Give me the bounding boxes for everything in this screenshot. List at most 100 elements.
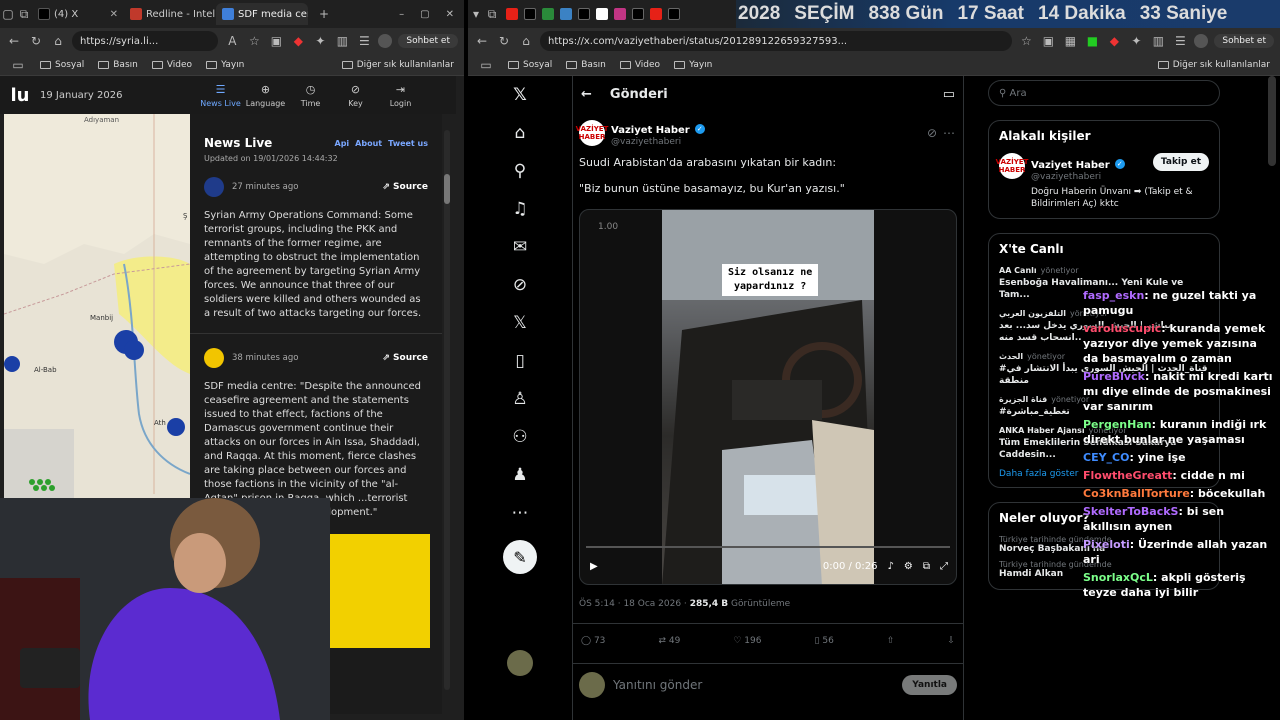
reply-action[interactable]: ◯ 73 (581, 636, 605, 663)
copilot-chat-button[interactable]: Sohbet et (398, 34, 458, 48)
nav-key[interactable]: ⊘ Key (333, 83, 378, 108)
source-link[interactable]: ⇗ Source (382, 182, 428, 192)
news-post[interactable]: 27 minutes ago ⇗ Source Syrian Army Oper… (190, 163, 442, 334)
bookmarks-icon[interactable]: ▯ (508, 350, 532, 372)
home-icon[interactable]: ⌂ (508, 122, 532, 144)
extension-icon[interactable]: ▦ (1062, 34, 1078, 48)
grok-explain-icon[interactable]: ⊘ (927, 126, 937, 140)
messages-mail-icon[interactable]: ✉ (508, 236, 532, 258)
workspaces-icon[interactable]: ⧉ (16, 7, 32, 22)
author-name[interactable]: Vaziyet Haber (611, 125, 690, 136)
like-action[interactable]: ♡ 196 (733, 636, 761, 663)
profile-icon[interactable]: ♟ (508, 464, 532, 486)
api-link[interactable]: Api (335, 139, 350, 148)
play-icon[interactable]: ▶ (590, 561, 598, 572)
back-arrow-icon[interactable]: ← (581, 87, 592, 102)
tab-actions-icon[interactable]: ▾ (468, 7, 484, 21)
home-icon[interactable]: ⌂ (50, 34, 66, 48)
extension-green-icon[interactable]: ■ (1084, 34, 1100, 48)
feed-scrollbar[interactable] (444, 130, 450, 690)
reader-mode-icon[interactable]: ▭ (943, 87, 955, 102)
back-icon[interactable]: ← (474, 34, 490, 48)
picture-in-picture-icon[interactable]: ⧉ (923, 561, 930, 572)
settings-gear-icon[interactable]: ⚙ (904, 561, 913, 572)
bookmarks-toggle-icon[interactable]: ▭ (10, 58, 26, 72)
maximize-icon[interactable]: ▢ (420, 9, 429, 20)
profile-avatar[interactable] (1194, 34, 1209, 48)
military-marker-icon[interactable] (167, 418, 185, 436)
youtube-tab-icon[interactable] (650, 8, 662, 20)
bookmarks-toggle-icon[interactable]: ▭ (478, 58, 494, 72)
extensions-puzzle-icon[interactable]: ✦ (1128, 34, 1144, 48)
nav-language[interactable]: ⊕ Language (243, 83, 288, 108)
close-window-icon[interactable]: ✕ (446, 9, 454, 20)
liveuamap-logo[interactable]: lu (0, 85, 40, 106)
split-screen-icon[interactable]: ▥ (1150, 34, 1166, 48)
author-handle[interactable]: @vaziyethaberi (611, 137, 705, 147)
map-date[interactable]: 19 January 2026 (40, 90, 190, 101)
communities-icon[interactable]: ⚇ (508, 426, 532, 448)
x-logo-icon[interactable]: 𝕏 (508, 84, 532, 106)
download-icon[interactable]: ⇩ (947, 636, 955, 663)
url-input[interactable]: https://syria.li... (72, 31, 219, 51)
home-icon[interactable]: ⌂ (518, 34, 534, 48)
favorite-star-icon[interactable]: ☆ (1018, 34, 1034, 48)
close-tab-icon[interactable]: ✕ (110, 9, 118, 20)
favorite-star-icon[interactable]: ☆ (246, 34, 262, 48)
related-person[interactable]: VAZİYET HABER Vaziyet Haber ✓ @vaziyetha… (996, 153, 1209, 182)
bookmark-folder[interactable]: Basın (98, 60, 138, 70)
reload-icon[interactable]: ↻ (28, 34, 44, 48)
tweet-date[interactable]: ÖS 5:14 · 18 Oca 2026 · (579, 599, 687, 609)
jobs-icon[interactable]: ♙ (508, 388, 532, 410)
search-input[interactable]: ⚲ Ara (988, 80, 1220, 106)
url-input[interactable]: https://x.com/vaziyethaberi/status/20128… (540, 31, 1013, 51)
reply-button[interactable]: Yanıtla (902, 675, 957, 695)
youtube-tab-icon[interactable] (506, 8, 518, 20)
split-screen-icon[interactable]: ▥ (334, 34, 350, 48)
map-minimap[interactable] (4, 429, 74, 498)
bookmark-folder[interactable]: Basın (566, 60, 606, 70)
nav-time[interactable]: ◷ Time (288, 83, 333, 108)
new-tab-icon[interactable]: + (316, 7, 332, 21)
notifications-bell-icon[interactable]: ♫ (508, 198, 532, 220)
share-icon[interactable]: ⇧ (887, 636, 895, 663)
reload-icon[interactable]: ↻ (496, 34, 512, 48)
bookmark-folder[interactable]: Video (619, 60, 660, 70)
bookmark-folder[interactable]: Sosyal (40, 60, 84, 70)
military-marker-icon[interactable] (4, 356, 20, 372)
nav-login[interactable]: ⇥ Login (378, 83, 423, 108)
x-tab-icon[interactable] (632, 8, 644, 20)
tweet-video[interactable]: 1.00 Siz olsanız ne yapardınız ? ▶ 0:00 … (579, 209, 957, 585)
minimize-icon[interactable]: – (399, 9, 404, 20)
post-compose-button[interactable]: ✎ (503, 540, 537, 574)
extensions-puzzle-icon[interactable]: ✦ (312, 34, 328, 48)
favorites-icon[interactable]: ☰ (356, 34, 372, 48)
back-icon[interactable]: ← (6, 34, 22, 48)
tweet-us-link[interactable]: Tweet us (388, 139, 428, 148)
related-name[interactable]: Vaziyet Haber (1031, 160, 1110, 171)
military-marker-icon[interactable] (124, 340, 144, 360)
explore-search-icon[interactable]: ⚲ (508, 160, 532, 182)
scrollbar-thumb[interactable] (444, 174, 450, 204)
tab-actions-icon[interactable]: ▢ (0, 7, 16, 21)
other-favorites[interactable]: Diğer sık kullanılanlar (341, 60, 454, 70)
page-scrollbar[interactable] (1268, 76, 1276, 166)
more-options-icon[interactable]: ⋯ (943, 126, 957, 140)
x-tab-icon[interactable] (524, 8, 536, 20)
x-tab-icon[interactable] (578, 8, 590, 20)
tab-sdf[interactable]: SDF media cen ✕ (216, 3, 308, 25)
about-link[interactable]: About (355, 139, 382, 148)
reply-input[interactable]: Yanıtını gönder (613, 678, 894, 692)
follow-button[interactable]: Takip et (1152, 153, 1209, 171)
conflict-map[interactable]: Adıyaman Manbij Al-Bab Ath Ş (4, 114, 190, 498)
nav-news-live[interactable]: ☰ News Live (198, 83, 243, 108)
extension-icon[interactable]: ▣ (268, 34, 284, 48)
copilot-chat-button[interactable]: Sohbet et (1214, 34, 1274, 48)
instagram-tab-icon[interactable] (614, 8, 626, 20)
extension-icon[interactable]: ▣ (1040, 34, 1056, 48)
other-favorites[interactable]: Diğer sık kullanılanlar (1157, 60, 1270, 70)
extension-red-icon[interactable]: ◆ (290, 34, 306, 48)
bookmark-folder[interactable]: Yayın (206, 60, 244, 70)
bookmark-folder[interactable]: Video (151, 60, 192, 70)
profile-avatar[interactable] (378, 34, 393, 48)
